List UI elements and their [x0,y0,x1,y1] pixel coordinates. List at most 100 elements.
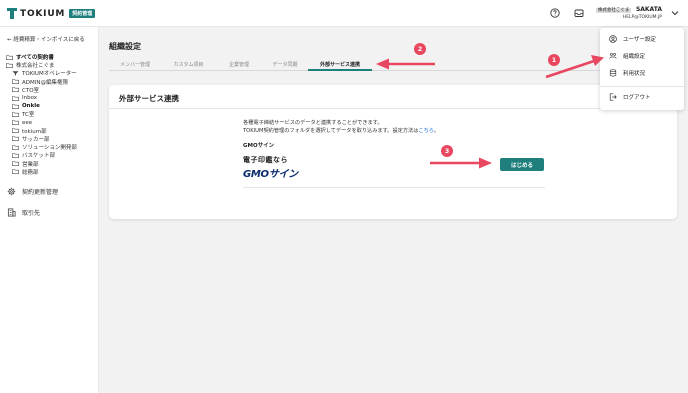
folder-item[interactable]: tokium部 [6,127,77,135]
organization-gear-icon [609,53,617,59]
logout-icon [609,93,617,101]
menu-item-organization-settings[interactable]: 組織設定 [609,52,645,60]
folder-icon [6,62,13,68]
gear-icon [7,187,16,196]
tokium-logo-mark-icon [7,8,17,19]
folder-label: Inbox [22,95,38,102]
page-title: 組織設定 [109,42,141,51]
user-circle-icon [609,35,617,43]
folder-icon [12,120,19,126]
menu-item-usage[interactable]: 利用状況 [609,69,645,77]
folder-item[interactable]: Onkle [6,102,77,110]
folder-label: 総務部 [22,169,39,176]
chevron-down-icon[interactable] [671,10,679,16]
help-circle-icon[interactable] [550,8,560,18]
menu-item-label: 組織設定 [623,54,646,60]
folder-label: CTO室 [22,87,40,94]
settings-tabs: メンバー管理 カスタム項目 企業管理 データ同期 外部サービス連携 [109,58,667,71]
user-email: HELP@TOKIUM.JP [622,15,662,20]
folder-icon [12,87,19,93]
annotation-step-2: 2 [414,43,426,55]
nav-label: 取引先 [22,210,41,217]
inbox-icon[interactable] [574,8,584,18]
folder-icon [12,103,19,109]
divider [109,108,677,109]
folder-item[interactable]: TOKIUMオペレーター [6,69,77,77]
filter-icon [12,71,19,76]
annotation-step-3: 3 [441,145,453,157]
back-to-expense-link[interactable]: ← 経費精算・インボイスに戻る [7,35,85,43]
folder-label: バスケット部 [22,153,56,160]
folder-icon [12,144,19,150]
folder-label: TC室 [22,112,35,119]
building-icon [7,208,16,217]
description-line-2: TOKIUM契約管理のフォルダを選択してデータを取り込みます。設定方法はこちら。 [243,127,439,135]
tab-data-sync[interactable]: データ同期 [262,58,308,70]
logo-text: TOKIUM [20,8,66,19]
folder-label: ADMIN@編集権限 [22,79,68,86]
folder-tree: すべての契約書 株式会社こぐま TOKIUMオペレーター ADMIN@編集権限 … [6,53,77,176]
sidebar: ← 経費精算・インボイスに戻る すべての契約書 株式会社こぐま TOKIUMオペ… [0,27,99,393]
folder-label: eee [22,119,33,126]
service-label: GMOサイン [243,143,275,149]
folder-item[interactable]: サッカー部 [6,135,77,143]
external-services-card: 外部サービス連携 各種電子締結サービスのデータと連携することができます。 TOK… [109,85,677,219]
folder-label: サッカー部 [22,136,50,143]
folder-label: 株式会社こぐま [16,63,55,70]
folder-icon [12,136,19,142]
gmo-sign-logo: 電子印鑑なら GMOサイン [243,155,298,180]
description-line-1: 各種電子締結サービスのデータと連携することができます。 [243,120,383,126]
folder-item[interactable]: 総務部 [6,168,77,176]
folder-item[interactable]: ソリューション開発部 [6,143,77,151]
logo-wordmark: GMOサイン [243,169,298,180]
folder-item[interactable]: 株式会社こぐま [6,61,77,69]
folder-item[interactable]: バスケット部 [6,151,77,159]
divider [600,86,684,87]
folder-label: ソリューション開発部 [22,145,77,152]
tab-custom-fields[interactable]: カスタム項目 [161,58,216,70]
folder-label: TOKIUMオペレーター [22,71,77,78]
menu-item-logout[interactable]: ログアウト [609,93,651,101]
nav-partners[interactable]: 取引先 [7,208,40,217]
folder-label: tokium部 [22,128,47,135]
description-line-2-text: TOKIUM契約管理のフォルダを選択してデータを取り込みます。設定方法は [243,128,419,134]
annotation-step-1: 1 [548,54,560,66]
help-link[interactable]: こちら [418,128,434,134]
tokium-logo[interactable]: TOKIUM 契約管理 [7,8,96,19]
account-menu-toggle[interactable]: 株式会社こぐま SAKATA HELP@TOKIUM.JP [595,6,662,21]
description-end: 。 [433,128,440,134]
folder-icon [12,128,19,134]
top-bar: TOKIUM 契約管理 株式会社こぐま SAKATA HELP@TOKIUM.J… [0,0,688,27]
product-badge: 契約管理 [69,9,96,18]
folder-item[interactable]: すべての契約書 [6,53,77,61]
menu-item-user-settings[interactable]: ユーザー設定 [609,35,656,43]
folder-icon [6,54,13,60]
folder-icon [12,112,19,117]
account-dropdown-menu: ユーザー設定 組織設定 利用状況 ログアウト [600,28,684,110]
folder-item[interactable]: 営業部 [6,159,77,168]
menu-item-label: 利用状況 [623,71,646,77]
folder-item[interactable]: eee [6,119,77,127]
tab-members[interactable]: メンバー管理 [109,58,161,70]
company-badge: 株式会社こぐま [595,8,632,13]
folder-item[interactable]: TC室 [6,110,77,118]
folder-label: Onkle [22,103,40,110]
folder-icon [12,153,19,158]
menu-item-label: ユーザー設定 [623,37,656,43]
tab-external-services[interactable]: 外部サービス連携 [308,58,372,71]
tab-company[interactable]: 企業管理 [216,58,262,70]
user-name: SAKATA [635,6,662,13]
logo-tagline: 電子印鑑なら [243,156,288,164]
folder-icon [12,95,19,101]
start-button[interactable]: はじめる [500,158,544,171]
description: 各種電子締結サービスのデータと連携することができます。 TOKIUM契約管理のフ… [243,119,439,135]
menu-item-label: ログアウト [623,95,651,101]
folder-label: 営業部 [22,161,39,168]
folder-icon [12,79,19,85]
folder-item[interactable]: ADMIN@編集権限 [6,78,77,86]
folder-item[interactable]: CTO室 [6,86,77,94]
nav-contract-renewal[interactable]: 契約更新管理 [7,187,58,196]
folder-item[interactable]: Inbox [6,94,77,102]
folder-icon [12,161,19,167]
divider [243,187,545,188]
